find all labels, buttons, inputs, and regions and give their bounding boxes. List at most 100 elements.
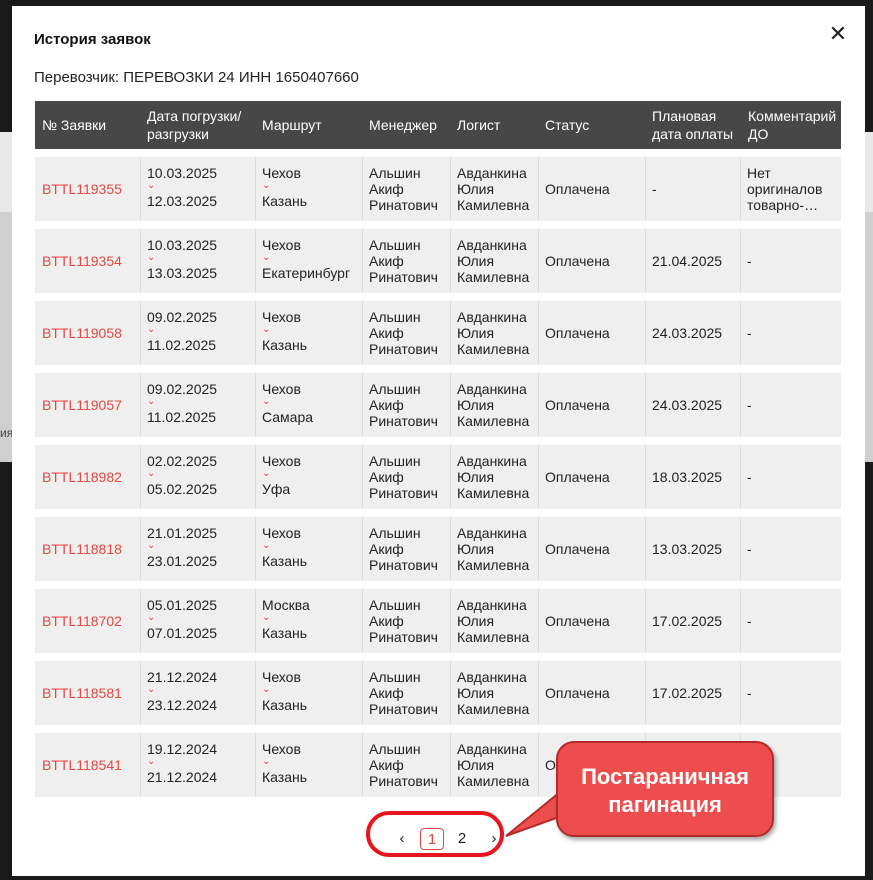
unload-date: 12.03.2025 [147,193,218,209]
column-header-comment[interactable]: Комментарий ДО [748,101,836,149]
cell-divider [645,301,646,365]
logist-name-part: Камилевна [457,197,530,213]
cell-divider [362,157,363,221]
cell-divider [362,661,363,725]
chevron-down-icon: ⌄ [147,756,156,767]
route-from: Чехов [262,309,301,325]
table-row[interactable]: BTTL118581 21.12.2024 ⌄ 23.12.2024 Чехов ⌄ Каз… [35,661,841,725]
comment-cell: - [747,301,837,365]
comment-cell: - [747,517,837,581]
modal-title: История заявок [34,31,151,48]
load-date: 10.03.2025 [147,165,218,181]
column-header-status[interactable]: Статус [545,101,589,149]
manager-name-part: Альшин [369,381,421,397]
manager-name-part: Ринатович [369,269,438,285]
cell-divider [538,517,539,581]
table-row[interactable]: BTTL118818 21.01.2025 ⌄ 23.01.2025 Чехов ⌄ Каз… [35,517,841,581]
chevron-down-icon: ⌄ [147,612,156,623]
order-id-link[interactable]: BTTL118982 [42,469,122,485]
chevron-down-icon: ⌄ [262,684,271,695]
cell-divider [450,229,451,293]
column-header-route[interactable]: Маршрут [262,101,322,149]
logist-name-part: Авданкина [457,309,527,325]
table-row[interactable]: BTTL119354 10.03.2025 ⌄ 13.03.2025 Чехов ⌄ Ека… [35,229,841,293]
manager-name-part: Акиф [369,253,404,269]
manager-name-part: Акиф [369,685,404,701]
column-header-dates[interactable]: Дата погрузки/разгрузки [147,101,241,149]
chevron-down-icon: ⌄ [147,396,156,407]
order-id-link[interactable]: BTTL118702 [42,613,122,629]
logist-name-part: Камилевна [457,485,530,501]
logist-name-part: Юлия [457,469,495,485]
route-cell: Москва ⌄ Казань [262,597,310,641]
manager-cell: Альшин Акиф Ринатович [369,165,438,213]
unload-date: 11.02.2025 [147,337,217,353]
manager-name-part: Альшин [369,309,421,325]
order-id-link[interactable]: BTTL118541 [42,757,122,773]
table-row[interactable]: BTTL118982 02.02.2025 ⌄ 05.02.2025 Чехов ⌄ Уфа… [35,445,841,509]
cell-divider [450,517,451,581]
table-row[interactable]: BTTL119057 09.02.2025 ⌄ 11.02.2025 Чехов ⌄ Сам… [35,373,841,437]
order-id-link[interactable]: BTTL118818 [42,541,122,557]
logist-cell: Авданкина Юлия Камилевна [457,525,529,573]
cell-divider [140,301,141,365]
cell-divider [255,733,256,797]
comment-line: - [747,397,752,413]
chevron-down-icon: ⌄ [147,252,156,263]
logist-name-part: Авданкина [457,381,527,397]
cell-divider [740,445,741,509]
order-id-link[interactable]: BTTL119355 [42,181,122,197]
cell-divider [645,229,646,293]
comment-line: оригиналов [747,181,823,197]
paydate-cell: 17.02.2025 [652,613,723,629]
carrier-info: Перевозчик: ПЕРЕВОЗКИ 24 ИНН 1650407660 [34,69,359,86]
route-to: Казань [262,193,308,209]
paydate-cell: 18.03.2025 [652,469,723,485]
route-cell: Чехов ⌄ Казань [262,525,307,569]
close-icon[interactable]: ✕ [827,23,849,46]
status-cell: Оплачена [545,325,610,341]
cell-divider [255,589,256,653]
date-cell: 10.03.2025 ⌄ 13.03.2025 [147,237,217,281]
logist-name-part: Юлия [457,541,495,557]
logist-name-part: Камилевна [457,557,530,573]
unload-date: 05.02.2025 [147,481,218,497]
manager-name-part: Акиф [369,469,404,485]
cell-divider [538,445,539,509]
column-header-manager[interactable]: Менеджер [369,101,437,149]
date-cell: 21.01.2025 ⌄ 23.01.2025 [147,525,217,569]
route-to: Уфа [262,481,291,497]
cell-divider [645,517,646,581]
route-cell: Чехов ⌄ Уфа [262,453,301,497]
manager-name-part: Ринатович [369,341,438,357]
unload-date: 23.12.2024 [147,697,218,713]
table-row[interactable]: BTTL119355 10.03.2025 ⌄ 12.03.2025 Чехов ⌄ Каз… [35,157,841,221]
load-date: 10.03.2025 [147,237,218,253]
order-id-link[interactable]: BTTL119058 [42,325,122,341]
table-header: № Заявки Дата погрузки/разгрузки Маршрут… [35,101,841,149]
comment-cell: - [747,661,837,725]
manager-cell: Альшин Акиф Ринатович [369,525,438,573]
cell-divider [140,445,141,509]
logist-name-part: Юлия [457,757,495,773]
comment-line: - [747,253,752,269]
logist-name-part: Юлия [457,397,495,413]
comment-cell: - [747,373,837,437]
order-id-link[interactable]: BTTL119354 [42,253,122,269]
date-cell: 10.03.2025 ⌄ 12.03.2025 [147,165,217,209]
annotation-line: пагинация [608,792,722,817]
order-id-link[interactable]: BTTL118581 [42,685,122,701]
cell-divider [740,229,741,293]
manager-name-part: Альшин [369,597,421,613]
table-row[interactable]: BTTL119058 09.02.2025 ⌄ 11.02.2025 Чехов ⌄ Каз… [35,301,841,365]
annotation-line: Постараничная [581,764,749,789]
status-cell: Оплачена [545,469,610,485]
column-header-order[interactable]: № Заявки [42,101,106,149]
cell-divider [740,661,741,725]
column-header-paydate[interactable]: Плановая дата оплаты [652,101,733,149]
order-id-link[interactable]: BTTL119057 [42,397,122,413]
column-header-logist[interactable]: Логист [457,101,500,149]
logist-name-part: Камилевна [457,701,530,717]
table-row[interactable]: BTTL118702 05.01.2025 ⌄ 07.01.2025 Москва ⌄ Ка… [35,589,841,653]
manager-name-part: Ринатович [369,485,438,501]
